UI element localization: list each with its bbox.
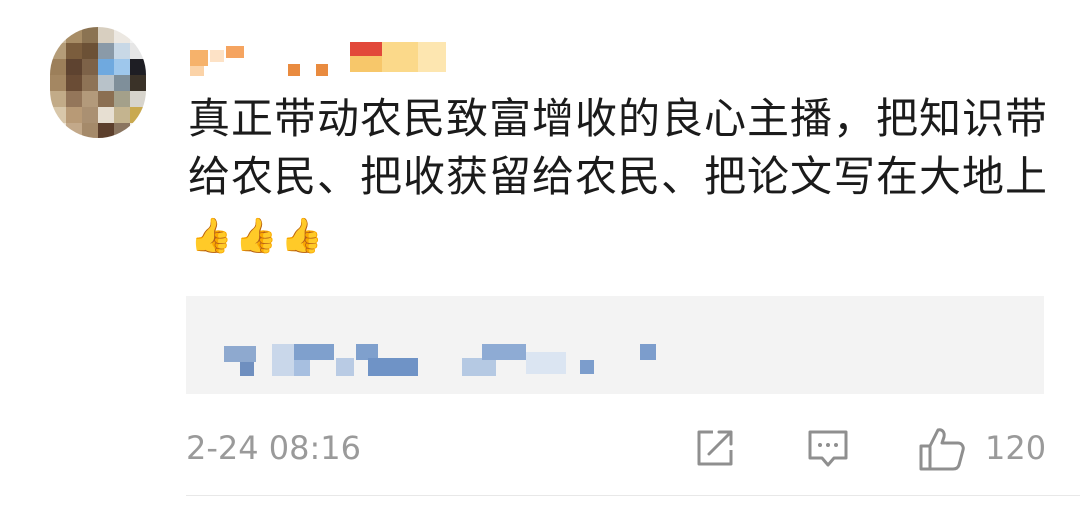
comment-body: 真正带动农民致富增收的良心主播，把知识带给农民、把收获留给农民、把论文写在大地上	[188, 94, 1049, 201]
share-icon	[697, 430, 733, 466]
divider	[186, 495, 1080, 496]
like-count: 120	[985, 429, 1047, 467]
avatar[interactable]	[50, 27, 146, 138]
comment-text: 真正带动农民致富增收的良心主播，把知识带给农民、把收获留给农民、把论文写在大地上…	[188, 90, 1058, 265]
like-button[interactable]	[918, 426, 966, 476]
timestamp: 2-24 08:16	[186, 429, 362, 467]
thumbs-up-emoji: 👍	[190, 216, 234, 256]
thumbs-up-icon	[919, 428, 965, 471]
thumbs-up-emoji: 👍	[235, 216, 279, 256]
thumbs-up-emoji: 👍	[280, 216, 325, 256]
share-button[interactable]	[693, 426, 737, 474]
comment-button[interactable]	[806, 426, 850, 474]
comment-icon	[808, 430, 848, 467]
quoted-reply-preview[interactable]	[186, 296, 1044, 394]
username[interactable]	[190, 42, 450, 76]
